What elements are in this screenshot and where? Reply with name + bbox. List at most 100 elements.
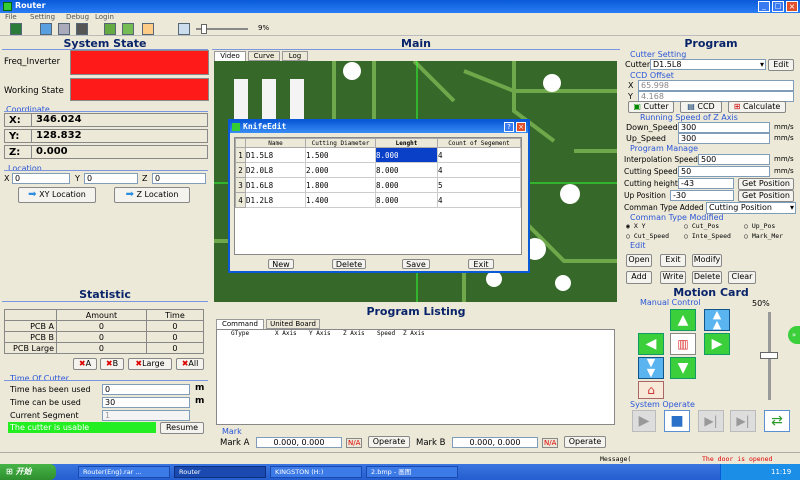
reset-large-button[interactable]: ✖Large <box>128 358 172 370</box>
open-button[interactable]: Open <box>626 254 652 267</box>
z-up-icon[interactable]: ▲ <box>670 309 696 331</box>
main-tab-video[interactable]: Video <box>214 51 246 61</box>
knife-diameter[interactable]: 1.500 <box>305 147 376 163</box>
dialog-close-button[interactable]: × <box>516 122 526 132</box>
home-icon[interactable]: ⌂ <box>638 381 664 399</box>
location-z-input[interactable]: 0 <box>152 173 206 184</box>
image2-icon[interactable] <box>122 23 134 35</box>
location-x-input[interactable]: 0 <box>12 173 70 184</box>
camera-icon[interactable] <box>76 23 88 35</box>
cutter-button[interactable]: ▣ Cutter <box>628 101 674 113</box>
reset-b-button[interactable]: ✖B <box>100 358 124 370</box>
toolbar-slider-thumb[interactable] <box>200 24 207 34</box>
start-button[interactable]: ⊞ 开始 <box>0 464 56 480</box>
interp-speed-input[interactable]: 500 <box>698 154 770 165</box>
taskbar-item[interactable]: Router(Eng).rar ... <box>78 466 170 478</box>
chart-icon[interactable]: ▥ <box>670 333 696 355</box>
reset-a-button[interactable]: ✖A <box>73 358 97 370</box>
up-speed-input[interactable]: 300 <box>678 133 770 144</box>
time-can-input[interactable]: 30 <box>102 397 190 408</box>
pen-icon[interactable] <box>142 23 154 35</box>
left-icon[interactable]: ◀ <box>638 333 664 355</box>
delete-button[interactable]: Delete <box>692 271 722 284</box>
knife-name[interactable]: D2.0L8 <box>245 162 306 178</box>
run-icon[interactable]: ▶ <box>632 410 656 432</box>
modify-button[interactable]: Modify <box>692 254 722 267</box>
add-button[interactable]: Add <box>626 271 652 284</box>
up-position-get-position-button[interactable]: Get Position <box>738 190 794 202</box>
write-button[interactable]: Write <box>660 271 686 284</box>
z-down-fast-icon[interactable]: ▼ ▼ <box>638 357 664 379</box>
knife-length[interactable]: 8.000 <box>375 177 438 193</box>
listing-tab-command[interactable]: Command <box>216 319 264 329</box>
knife-length[interactable]: 8.000 <box>375 147 438 163</box>
minimize-button[interactable]: _ <box>758 1 770 12</box>
radio-mark-mer[interactable]: ○ Mark_Mer <box>744 232 783 240</box>
config-icon[interactable] <box>58 23 70 35</box>
stop-icon[interactable]: ■ <box>664 410 690 432</box>
knife-name[interactable]: D1.2L8 <box>245 192 306 208</box>
table-row[interactable]: 4 D1.2L8 1.400 8.000 4 <box>235 192 521 208</box>
radio-up-pos[interactable]: ○ Up_Pos <box>744 222 775 230</box>
speed-slider-thumb[interactable] <box>760 352 778 359</box>
knife-count[interactable]: 5 <box>437 177 521 193</box>
refresh-icon[interactable] <box>40 23 52 35</box>
down-speed-input[interactable]: 300 <box>678 122 770 133</box>
taskbar-item[interactable]: Router <box>174 466 266 478</box>
clear-button[interactable]: Clear <box>728 271 756 284</box>
help-icon[interactable]: ? <box>504 122 514 132</box>
step-icon[interactable]: ▶| <box>698 410 724 432</box>
main-tab-curve[interactable]: Curve <box>248 51 280 61</box>
up-position-input[interactable]: -30 <box>670 190 734 201</box>
end-icon[interactable]: ▶| <box>730 410 756 432</box>
reset-all-button[interactable]: ✖All <box>176 358 204 370</box>
table-row[interactable]: 3 D1.6L8 1.800 8.000 5 <box>235 177 521 193</box>
cutting-height-get-position-button[interactable]: Get Position <box>738 178 794 190</box>
menu-login[interactable]: Login <box>95 13 114 21</box>
menu-debug[interactable]: Debug <box>66 13 89 21</box>
knife-length[interactable]: 8.000 <box>375 162 438 178</box>
save-icon[interactable] <box>10 23 22 35</box>
knife-name[interactable]: D1.6L8 <box>245 177 306 193</box>
listing-tab-united-board[interactable]: United Board <box>266 319 320 329</box>
reset-icon[interactable]: ⇄ <box>764 410 790 432</box>
radio-cut-speed[interactable]: ○ Cut_Speed <box>626 232 669 240</box>
radio-inte-speed[interactable]: ○ Inte_Speed <box>684 232 731 240</box>
main-tab-log[interactable]: Log <box>282 51 308 61</box>
ccd-button[interactable]: ▤ CCD <box>680 101 722 113</box>
knife-count[interactable]: 4 <box>437 162 521 178</box>
knife-diameter[interactable]: 1.800 <box>305 177 376 193</box>
radio-xy[interactable]: ◉ X Y <box>626 222 646 230</box>
menu-file[interactable]: File <box>5 13 17 21</box>
maximize-button[interactable]: □ <box>772 1 784 12</box>
mark-a-operate-button[interactable]: Operate <box>368 436 410 448</box>
knife-diameter[interactable]: 2.000 <box>305 162 376 178</box>
knife-save-button[interactable]: Save <box>402 259 430 269</box>
taskbar-item[interactable]: 2.bmp - 画图 <box>366 466 458 478</box>
knife-delete-button[interactable]: Delete <box>332 259 366 269</box>
cutter-select[interactable]: D1.5L8 ▾ <box>650 59 766 70</box>
z-up-fast-icon[interactable]: ▲ ▲ <box>704 309 730 331</box>
z-location-button[interactable]: ➡ Z Location <box>114 187 190 203</box>
down-icon[interactable]: ▼ <box>670 357 696 379</box>
menu-setting[interactable]: Setting <box>30 13 55 21</box>
time-used-field[interactable]: 0 <box>102 384 190 395</box>
knife-new-button[interactable]: New <box>268 259 294 269</box>
mark-b-operate-button[interactable]: Operate <box>564 436 606 448</box>
calculate-button[interactable]: ⊞ Calculate <box>728 101 786 113</box>
resume-button[interactable]: Resume <box>160 422 204 434</box>
image-icon[interactable] <box>104 23 116 35</box>
taskbar-item[interactable]: KINGSTON (H:) <box>270 466 362 478</box>
close-button[interactable]: × <box>786 1 798 12</box>
knife-exit-button[interactable]: Exit <box>468 259 494 269</box>
radio-cut-pos[interactable]: ○ Cut_Pos <box>684 222 719 230</box>
knife-name[interactable]: D1.5L8 <box>245 147 306 163</box>
table-row[interactable]: 1 D1.5L8 1.500 8.000 4 <box>235 147 521 163</box>
knife-diameter[interactable]: 1.400 <box>305 192 376 208</box>
right-icon[interactable]: ▶ <box>704 333 730 355</box>
cutter-edit-button[interactable]: Edit <box>768 59 794 71</box>
table-row[interactable]: 2 D2.0L8 2.000 8.000 4 <box>235 162 521 178</box>
hide-panel-icon[interactable]: » <box>788 326 800 344</box>
knife-length[interactable]: 8.000 <box>375 192 438 208</box>
location-y-input[interactable]: 0 <box>84 173 138 184</box>
